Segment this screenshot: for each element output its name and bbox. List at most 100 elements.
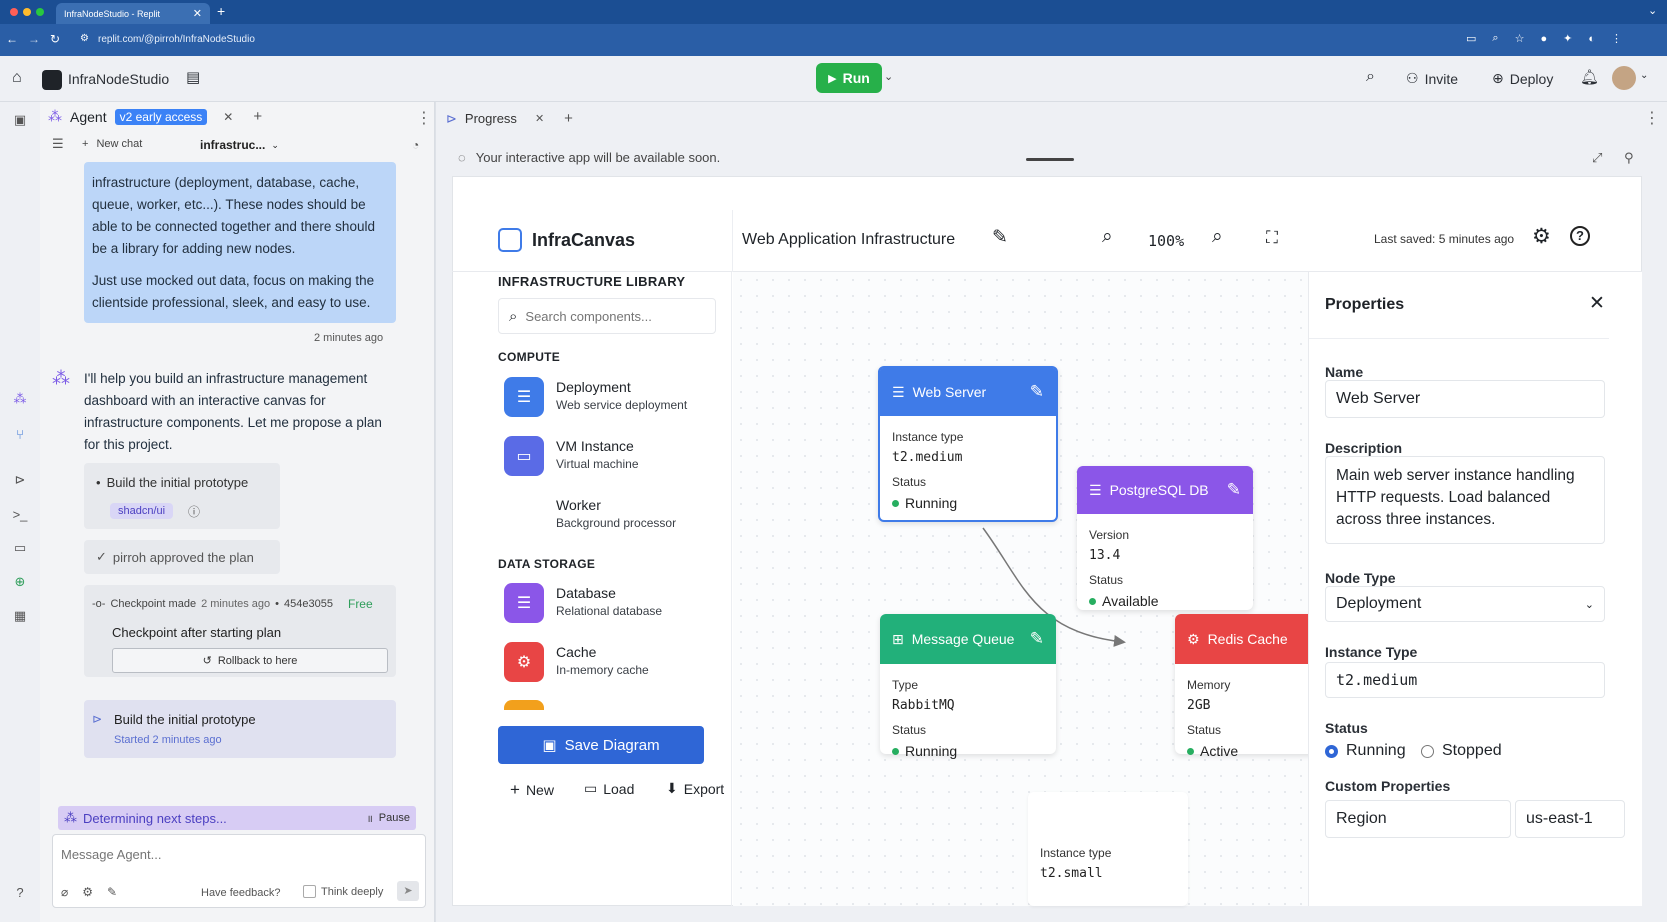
all-tools-icon[interactable]: ▦ (10, 606, 30, 626)
message-input[interactable] (61, 843, 411, 865)
library-item-vm-instance[interactable]: ▭ VM Instance Virtual machine (504, 436, 724, 484)
attach-icon[interactable]: ⌀ (61, 885, 68, 899)
project-info-icon[interactable]: ▤ (186, 68, 200, 86)
agent-tool-icon[interactable]: ⁂ (10, 389, 30, 409)
fit-view-icon[interactable]: ⛶ (1266, 228, 1278, 248)
status-running-radio[interactable]: Running (1325, 742, 1406, 760)
tab-search-icon[interactable]: ⌄ (1648, 4, 1657, 17)
git-icon[interactable]: ⑂ (10, 424, 30, 444)
settings-gear-icon[interactable]: ⚙ (1532, 224, 1551, 249)
forward-icon[interactable]: → (28, 32, 40, 46)
progress-menu-icon[interactable]: ⋮ (1644, 108, 1660, 128)
files-icon[interactable]: ▣ (10, 110, 30, 130)
address-bar[interactable]: replit.com/@pirroh/InfraNodeStudio (98, 34, 255, 45)
pause-button[interactable]: Pause (379, 812, 410, 824)
edit-title-icon[interactable]: ✎ (992, 226, 1008, 249)
think-deeply-checkbox[interactable] (303, 885, 316, 898)
back-icon[interactable]: ← (6, 32, 18, 46)
close-progress-tab-icon[interactable]: ✕ (535, 112, 544, 125)
task-card[interactable]: ⊳ Build the initial prototype Started 2 … (84, 700, 396, 758)
notification-bell-icon[interactable]: 🔔︎ (1580, 68, 1599, 86)
drag-handle[interactable] (1026, 158, 1074, 161)
chat-history-icon[interactable]: ☰ (52, 136, 64, 152)
new-chat-button[interactable]: + New chat (82, 138, 142, 150)
search-icon[interactable]: ⌕ (1366, 68, 1375, 86)
open-external-icon[interactable]: ⤢ (1592, 150, 1602, 166)
export-diagram-button[interactable]: ⬇ Export (666, 780, 724, 797)
node-postgresql-db[interactable]: ☰ PostgreSQL DB ✎ Version 13.4 Status Ava… (1077, 466, 1253, 610)
node-redis-cache[interactable]: ⚙ Redis Cache Memory 2GB Status Active (1175, 614, 1315, 759)
deployments-icon[interactable]: ⊕ (10, 572, 30, 592)
custom-property-key[interactable]: Region (1325, 800, 1511, 838)
think-deeply-toggle[interactable]: Think deeply (303, 885, 383, 898)
reload-icon[interactable]: ↻ (50, 32, 60, 46)
help-icon[interactable]: ? (10, 882, 30, 902)
zoom-out-icon[interactable]: ⌕ (1102, 226, 1113, 248)
info-icon[interactable]: ⓘ (188, 503, 200, 520)
run-options-chevron-icon[interactable]: ⌄ (884, 70, 893, 83)
node-web-server[interactable]: ☰ Web Server ✎ Instance type t2.medium St… (878, 366, 1058, 522)
save-diagram-button[interactable]: ▣ Save Diagram (498, 726, 704, 764)
pencil-icon[interactable]: ✎ (107, 885, 117, 899)
component-search[interactable]: ⌕ (498, 298, 716, 334)
agent-usage-icon[interactable]: ◔ (412, 138, 419, 152)
edit-node-icon[interactable]: ✎ (1030, 629, 1044, 649)
deploy-button[interactable]: ⊕ Deploy (1492, 70, 1553, 87)
minimize-window-icon[interactable] (23, 8, 31, 16)
browser-tab[interactable]: InfraNodeStudio - Replit ✕ (56, 3, 210, 24)
project-name[interactable]: InfraNodeStudio (68, 71, 169, 87)
custom-property-value[interactable]: us-east-1 (1515, 800, 1625, 838)
library-item-deployment[interactable]: ☰ Deployment Web service deployment (504, 377, 724, 425)
account-menu-chevron-icon[interactable]: ⌄ (1640, 70, 1648, 81)
send-icon[interactable]: ➤ (397, 881, 419, 901)
node-type-select[interactable]: Deployment ⌄ (1325, 586, 1605, 622)
rollback-button[interactable]: ↺ Rollback to here (112, 648, 388, 673)
browser-menu-icon[interactable]: ⋮ (1611, 32, 1622, 45)
bot-icon[interactable]: ⚙ (82, 885, 93, 899)
new-tab-icon[interactable]: + (217, 3, 225, 19)
status-stopped-radio[interactable]: Stopped (1421, 742, 1502, 760)
extension-icon[interactable]: ● (1540, 33, 1547, 45)
close-tab-icon[interactable]: ✕ (193, 7, 202, 20)
webview-icon[interactable]: ▭ (10, 538, 30, 558)
library-item-cache[interactable]: ⚙ Cache In-memory cache (504, 642, 724, 690)
pin-icon[interactable]: ⚲ (1624, 150, 1634, 166)
description-field[interactable]: Main web server instance handling HTTP r… (1325, 456, 1605, 544)
close-agent-tab-icon[interactable]: ✕ (223, 110, 233, 124)
close-window-icon[interactable] (10, 8, 18, 16)
zoom-icon[interactable]: ⌕ (1492, 32, 1498, 45)
shell-icon[interactable]: >_ (10, 504, 30, 524)
pause-icon[interactable]: ॥ (367, 811, 373, 825)
help-circle-icon[interactable]: ? (1570, 226, 1590, 246)
invite-button[interactable]: ⚇ Invite (1406, 70, 1458, 87)
run-button[interactable]: ▶ Run (816, 63, 882, 93)
new-diagram-button[interactable]: + New (510, 780, 554, 800)
node-worker-partial[interactable]: Instance type t2.small (1028, 792, 1188, 906)
edit-node-icon[interactable]: ✎ (1227, 480, 1241, 500)
library-item-object-storage[interactable] (504, 700, 724, 710)
diagram-canvas[interactable]: Instance type t2.small ☰ Web Server ✎ Ins… (733, 272, 1315, 906)
window-controls[interactable] (10, 8, 44, 16)
feedback-link[interactable]: Have feedback? (201, 887, 281, 899)
home-icon[interactable]: ⌂ (12, 69, 22, 87)
add-progress-tab-icon[interactable]: + (564, 110, 573, 127)
user-avatar[interactable] (1612, 66, 1636, 90)
load-diagram-button[interactable]: ▭ Load (584, 780, 634, 797)
node-message-queue[interactable]: ⊞ Message Queue ✎ Type RabbitMQ Status Ru… (880, 614, 1056, 759)
agent-tab[interactable]: ⁂ Agent v2 early access ✕ + (48, 108, 262, 125)
maximize-window-icon[interactable] (36, 8, 44, 16)
library-item-worker[interactable]: Worker Background processor (504, 495, 724, 543)
add-tab-icon[interactable]: + (253, 108, 262, 125)
name-field[interactable]: Web Server (1325, 380, 1605, 418)
zoom-in-icon[interactable]: ⌕ (1212, 226, 1223, 248)
edit-node-icon[interactable]: ✎ (1030, 382, 1044, 402)
puzzle-icon[interactable]: ✦ (1563, 32, 1572, 45)
instance-type-field[interactable]: t2.medium (1325, 662, 1605, 698)
profile-icon[interactable]: ◐ (1588, 33, 1595, 45)
library-item-database[interactable]: ☰ Database Relational database (504, 583, 724, 631)
progress-tool-icon[interactable]: ⊳ (10, 470, 30, 490)
site-info-icon[interactable]: ⚙ (80, 33, 89, 44)
cast-icon[interactable]: ▭ (1466, 32, 1476, 45)
progress-tab[interactable]: ⊳ Progress ✕ + (446, 110, 573, 127)
chat-selector[interactable]: infrastruc... ⌄ (200, 138, 279, 152)
